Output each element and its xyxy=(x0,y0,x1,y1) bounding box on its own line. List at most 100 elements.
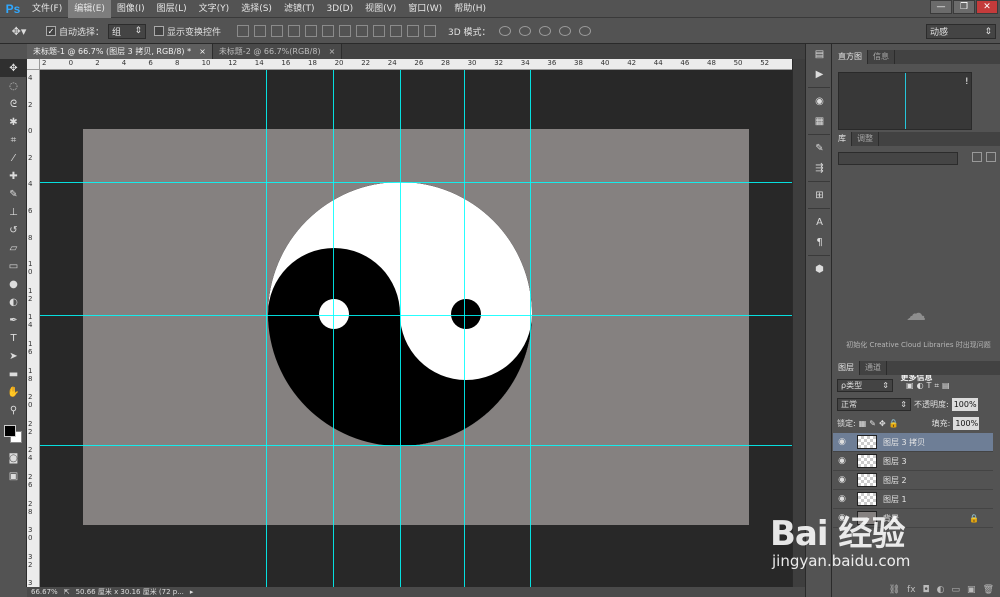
blend-mode-dropdown[interactable]: 正常 ⇕ xyxy=(837,398,911,411)
eyedropper-tool-icon[interactable]: ⁄ xyxy=(0,149,27,167)
tab-histogram[interactable]: 直方图 xyxy=(833,50,868,64)
guide-vertical[interactable] xyxy=(266,70,267,587)
new-layer-icon[interactable]: ▣ xyxy=(967,585,976,595)
eye-icon[interactable]: ◉ xyxy=(833,437,851,447)
chevron-right-icon[interactable]: ▸ xyxy=(190,588,194,596)
tab-libraries[interactable]: 库 xyxy=(833,132,852,146)
distribute-hcenter-icon[interactable] xyxy=(407,25,420,37)
distribute-vcenter-icon[interactable] xyxy=(356,25,369,37)
menu-layer[interactable]: 图层(L) xyxy=(151,0,193,18)
align-left-icon[interactable] xyxy=(288,25,301,37)
color-panel-icon[interactable]: ◉ xyxy=(806,91,833,111)
guide-vertical[interactable] xyxy=(333,70,334,587)
grid-view-icon[interactable] xyxy=(972,152,982,162)
adjustment-layer-icon[interactable]: ◐ xyxy=(937,585,945,595)
zoom-tool-icon[interactable]: ⚲ xyxy=(0,401,27,419)
filter-type-icon[interactable]: T xyxy=(927,381,932,390)
menu-file[interactable]: 文件(F) xyxy=(26,0,68,18)
filter-pixel-icon[interactable]: ▣ xyxy=(906,381,914,390)
shape-tool-icon[interactable]: ▬ xyxy=(0,365,27,383)
roll-3d-icon[interactable] xyxy=(518,26,531,36)
opacity-input[interactable]: 100% xyxy=(951,398,978,411)
character-panel-icon[interactable]: A xyxy=(806,212,833,232)
layer-filter-dropdown[interactable]: ρ类型 ⇕ xyxy=(837,379,893,392)
3d-panel-icon[interactable]: ⬢ xyxy=(806,259,833,279)
align-right-icon[interactable] xyxy=(322,25,335,37)
auto-select-checkbox[interactable]: ✓ xyxy=(46,26,56,36)
guide-horizontal[interactable] xyxy=(40,182,792,183)
eye-icon[interactable]: ◉ xyxy=(833,494,851,504)
screen-mode-icon[interactable]: ▣ xyxy=(0,467,27,485)
lock-transparent-icon[interactable]: ▦ xyxy=(859,419,867,428)
hand-tool-icon[interactable]: ✋ xyxy=(0,383,27,401)
clone-source-icon[interactable]: ⊞ xyxy=(806,185,833,205)
fill-input[interactable]: 100% xyxy=(953,417,980,430)
library-dropdown[interactable] xyxy=(838,152,958,165)
pen-tool-icon[interactable]: ✒ xyxy=(0,311,27,329)
delete-layer-icon[interactable]: 🗑 xyxy=(983,585,994,595)
menu-filter[interactable]: 滤镜(T) xyxy=(278,0,321,18)
menu-view[interactable]: 视图(V) xyxy=(359,0,402,18)
warning-icon[interactable]: ! xyxy=(965,77,969,87)
close-icon[interactable]: × xyxy=(199,44,206,59)
show-transform-checkbox[interactable] xyxy=(154,26,165,36)
move-tool-icon[interactable]: ✥ xyxy=(0,59,27,77)
quick-mask-icon[interactable]: ◙ xyxy=(0,449,27,467)
lock-all-icon[interactable]: 🔒 xyxy=(889,419,899,428)
ruler-origin[interactable] xyxy=(27,59,40,70)
menu-window[interactable]: 窗口(W) xyxy=(402,0,448,18)
tab-layers[interactable]: 图层 xyxy=(833,361,860,375)
auto-select-dropdown[interactable]: 组 ⇕ xyxy=(108,23,147,39)
menu-3d[interactable]: 3D(D) xyxy=(320,0,359,18)
healing-brush-icon[interactable]: ✚ xyxy=(0,167,27,185)
layer-style-icon[interactable]: fx xyxy=(907,585,916,595)
tab-adjustments[interactable]: 调整 xyxy=(852,132,879,146)
align-bottom-icon[interactable] xyxy=(271,25,284,37)
filter-adjustment-icon[interactable]: ◐ xyxy=(917,381,924,390)
workspace-dropdown[interactable]: 动感 ⇕ xyxy=(926,24,996,39)
history-brush-icon[interactable]: ↺ xyxy=(0,221,27,239)
layer-row[interactable]: ◉ 图层 3 拷贝 xyxy=(833,433,993,452)
tab-info[interactable]: 信息 xyxy=(868,50,895,64)
lock-position-icon[interactable]: ✥ xyxy=(879,419,886,428)
move-tool-preset-icon[interactable]: ✥▾ xyxy=(0,21,38,41)
close-window-button[interactable]: ✕ xyxy=(976,0,998,14)
add-mask-icon[interactable]: ◘ xyxy=(923,585,930,595)
align-hcenter-icon[interactable] xyxy=(305,25,318,37)
quick-select-tool-icon[interactable]: ✱ xyxy=(0,113,27,131)
type-tool-icon[interactable]: T xyxy=(0,329,27,347)
dodge-tool-icon[interactable]: ◐ xyxy=(0,293,27,311)
export-icon[interactable]: ⇱ xyxy=(64,588,70,596)
vertical-ruler[interactable]: 4 2 0 2 4 6 8 1 0 1 2 1 4 1 6 1 8 2 0 2 2 2 4 2 6 2 8 3 0… xyxy=(27,70,40,587)
link-layers-icon[interactable]: ⛓ xyxy=(889,585,900,595)
horizontal-ruler[interactable]: 2 0 2 4 6 8 10 12 14 16 18 20 22 24 26 28 30 32 34 36 38 40 42… xyxy=(40,59,792,70)
canvas-area[interactable] xyxy=(40,70,792,587)
blur-tool-icon[interactable]: ● xyxy=(0,275,27,293)
eraser-tool-icon[interactable]: ▱ xyxy=(0,239,27,257)
guide-vertical[interactable] xyxy=(400,70,401,587)
lasso-tool-icon[interactable]: ᘓ xyxy=(0,95,27,113)
orbit-3d-icon[interactable] xyxy=(498,26,511,36)
align-vcenter-icon[interactable] xyxy=(254,25,267,37)
distribute-right-icon[interactable] xyxy=(424,25,437,37)
menu-help[interactable]: 帮助(H) xyxy=(448,0,492,18)
filter-shape-icon[interactable]: ⌗ xyxy=(934,381,939,391)
guide-vertical[interactable] xyxy=(530,70,531,587)
new-group-icon[interactable]: ▭ xyxy=(952,585,961,595)
list-view-icon[interactable] xyxy=(986,152,996,162)
align-top-icon[interactable] xyxy=(237,25,250,37)
zoom-level[interactable]: 66.67% xyxy=(31,588,58,596)
actions-panel-icon[interactable]: ▶ xyxy=(806,64,833,84)
close-icon[interactable]: × xyxy=(329,44,336,59)
lock-pixels-icon[interactable]: ✎ xyxy=(869,419,876,428)
menu-select[interactable]: 选择(S) xyxy=(235,0,278,18)
distribute-bottom-icon[interactable] xyxy=(373,25,386,37)
layer-row[interactable]: ◉ 图层 3 xyxy=(833,452,993,471)
brush-presets-icon[interactable]: ⇶ xyxy=(806,158,833,178)
guide-horizontal[interactable] xyxy=(40,445,792,446)
brush-tool-icon[interactable]: ✎ xyxy=(0,185,27,203)
path-select-icon[interactable]: ➤ xyxy=(0,347,27,365)
minimize-button[interactable]: — xyxy=(930,0,952,14)
color-swatches[interactable] xyxy=(0,419,27,449)
distribute-left-icon[interactable] xyxy=(390,25,403,37)
